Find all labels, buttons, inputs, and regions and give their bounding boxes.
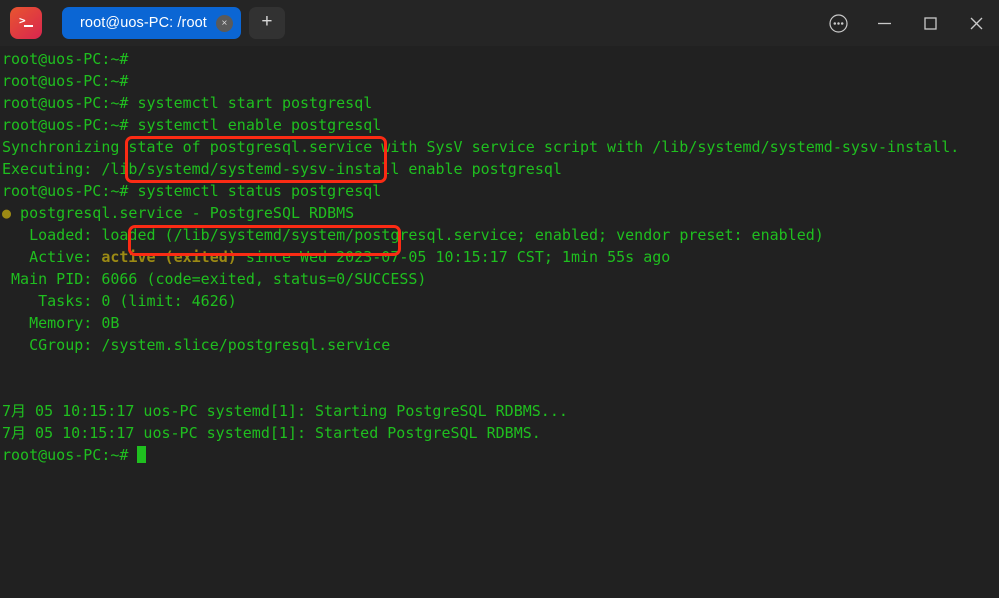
command-text: systemctl enable postgresql [128,116,382,134]
minimize-icon[interactable] [861,0,907,46]
status-bullet-icon: ● [2,204,12,222]
terminal-window: > root@uos-PC: /root × + root@uos-PC:~# … [0,0,999,598]
service-tasks-line: Tasks: 0 (limit: 4626) [2,292,237,310]
tab-root-terminal[interactable]: root@uos-PC: /root × [62,7,241,39]
shell-prompt: root@uos-PC:~# [2,116,129,134]
terminal-output-area[interactable]: root@uos-PC:~# root@uos-PC:~# root@uos-P… [0,46,999,598]
service-header-line: ● postgresql.service - PostgreSQL RDBMS [2,202,999,224]
journal-log-line: 7月 05 10:15:17 uos-PC systemd[1]: Starti… [2,402,568,420]
final-prompt-line: root@uos-PC:~# [2,444,999,466]
terminal-line: root@uos-PC:~# [2,48,999,70]
loaded-label: Loaded: [2,226,102,244]
active-since: since Wed 2023-07-05 10:15:17 CST; 1min … [236,248,671,266]
service-cgroup-line: CGroup: /system.slice/postgresql.service [2,336,391,354]
service-memory-line: Memory: 0B [2,314,120,332]
terminal-line: root@uos-PC:~# systemctl enable postgres… [2,114,999,136]
close-icon[interactable] [953,0,999,46]
shell-prompt: root@uos-PC:~# [2,94,129,112]
terminal-line: root@uos-PC:~# systemctl start postgresq… [2,92,999,114]
prompt-underscore-icon [24,25,33,27]
terminal-line: root@uos-PC:~# [2,70,999,92]
command-text: systemctl status postgresql [128,182,382,200]
tab-label: root@uos-PC: /root [80,15,207,31]
new-tab-button[interactable]: + [248,7,285,39]
window-controls [815,0,999,46]
command-text: systemctl start postgresql [128,94,373,112]
shell-prompt: root@uos-PC:~# [2,50,129,68]
maximize-icon[interactable] [907,0,953,46]
shell-prompt: root@uos-PC:~# [2,72,129,90]
service-name: postgresql.service - PostgreSQL RDBMS [11,204,355,222]
terminal-line: root@uos-PC:~# systemctl status postgres… [2,180,999,202]
more-options-icon[interactable] [815,0,861,46]
tab-strip: root@uos-PC: /root × + [62,7,285,39]
active-state-badge: active (exited) [101,248,237,266]
journal-log-line: 7月 05 10:15:17 uos-PC systemd[1]: Starte… [2,424,541,442]
active-label: Active: [2,248,102,266]
shell-prompt: root@uos-PC:~# [2,182,129,200]
loaded-value: loaded (/lib/systemd/system/postgresql.s… [101,226,824,244]
tab-close-icon[interactable]: × [215,14,233,32]
title-bar: > root@uos-PC: /root × + [0,0,999,46]
terminal-line: Synchronizing state of postgresql.servic… [2,138,960,156]
service-active-line: Active: active (exited) since Wed 2023-0… [2,246,999,268]
shell-prompt: root@uos-PC:~# [2,446,138,464]
text-cursor [137,446,147,463]
service-loaded-line: Loaded: loaded (/lib/systemd/system/post… [2,224,999,246]
terminal-line: Executing: /lib/systemd/systemd-sysv-ins… [2,160,562,178]
service-mainpid-line: Main PID: 6066 (code=exited, status=0/SU… [2,270,427,288]
terminal-app-icon: > [10,7,42,39]
